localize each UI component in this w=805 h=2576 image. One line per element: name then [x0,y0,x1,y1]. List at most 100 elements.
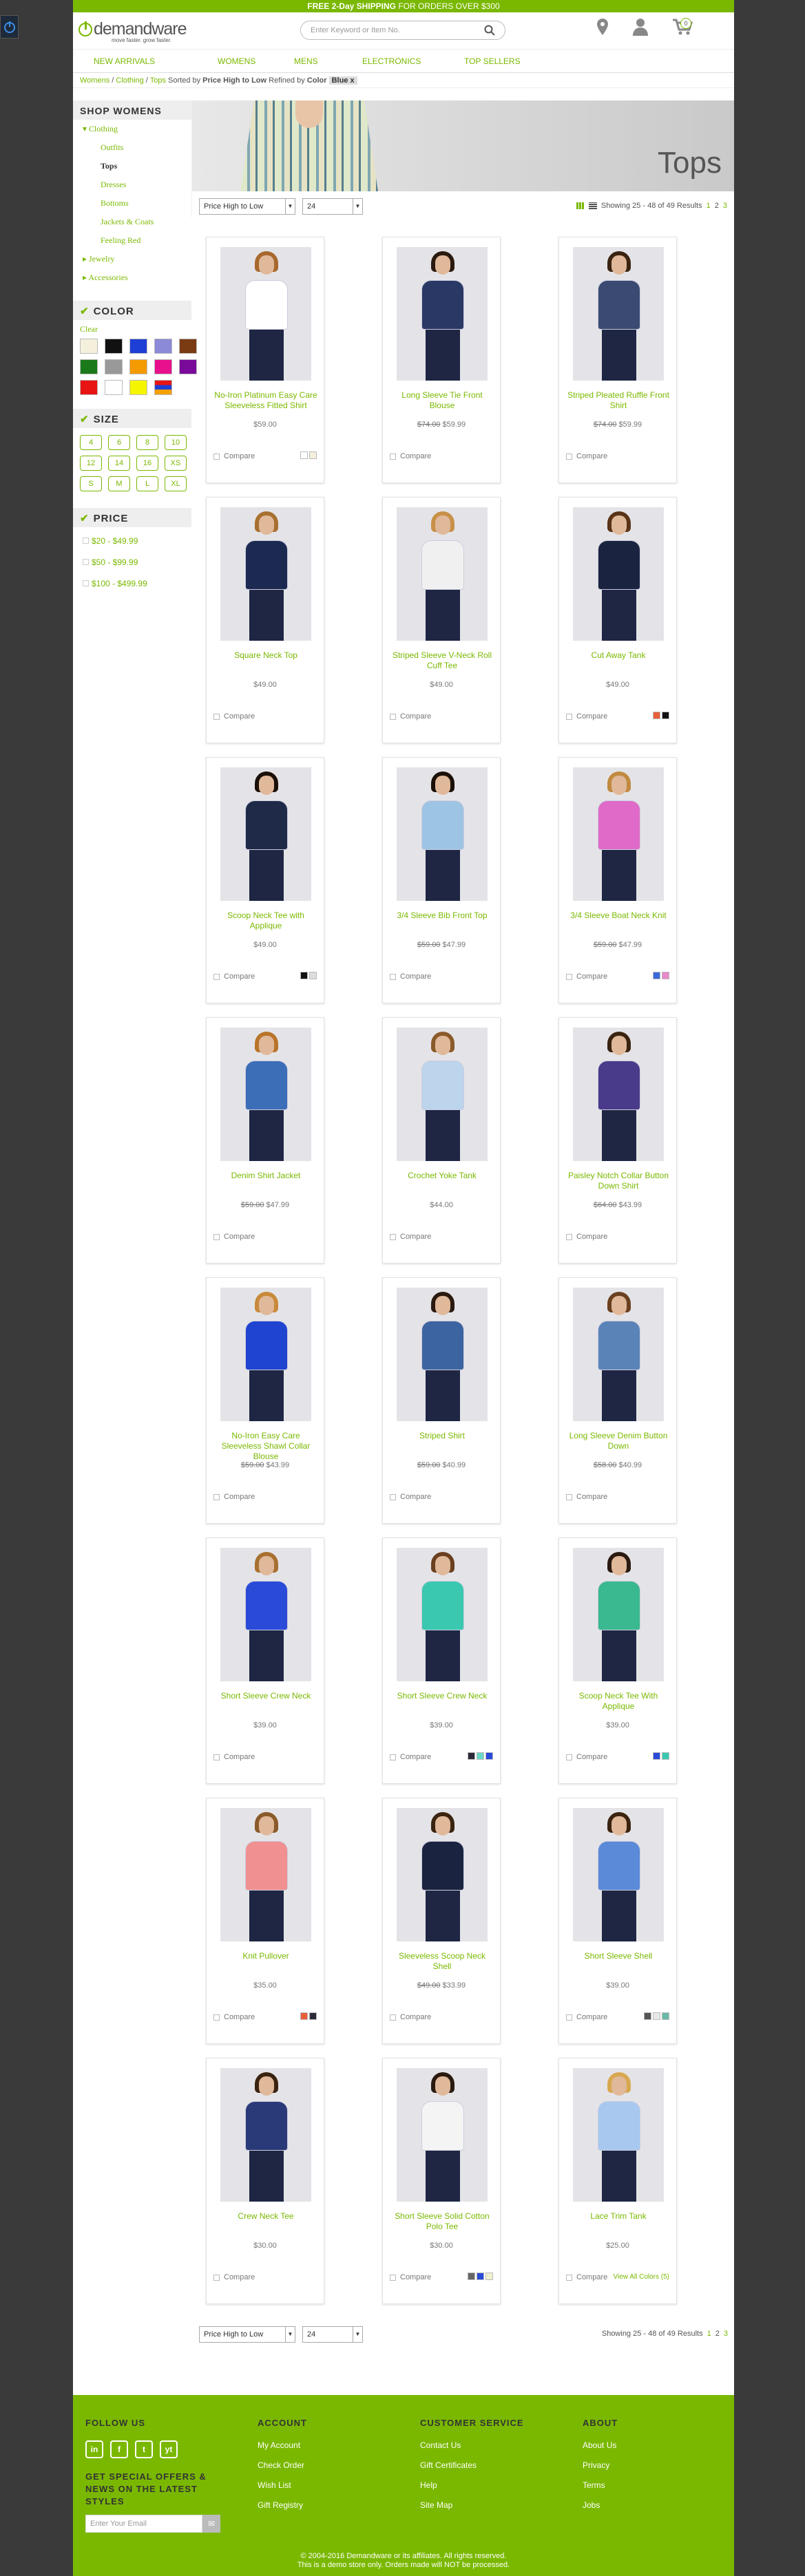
category-item[interactable]: Dresses [73,180,191,198]
compare-checkbox[interactable]: Compare [566,2273,607,2281]
compare-checkbox[interactable]: Compare [213,1753,255,1761]
category-item[interactable]: Outfits [73,142,191,161]
product-color-swatch[interactable] [300,2012,308,2020]
product-tile[interactable]: Short Sleeve Solid Cotton Polo Tee $30.00… [382,2058,501,2304]
compare-checkbox[interactable]: Compare [390,1493,431,1501]
product-tile[interactable]: No-Iron Easy Care Sleeveless Shawl Colla… [206,1277,324,1524]
product-tile[interactable]: Scoop Neck Tee with Applique $49.00 Compar… [206,757,324,1003]
product-tile[interactable]: 3/4 Sleeve Boat Neck Knit $59.00 $47.99 Com… [558,757,677,1003]
footer-link-terms[interactable]: Terms [583,2480,618,2490]
footer-link-gift-registry[interactable]: Gift Registry [258,2500,307,2510]
checkbox-icon[interactable] [566,1754,572,1760]
footer-link-privacy[interactable]: Privacy [583,2460,618,2470]
size-option[interactable]: S [80,476,102,491]
product-color-swatch[interactable] [309,2012,317,2020]
checkbox-icon[interactable] [213,453,220,460]
product-image[interactable] [573,247,664,381]
product-image[interactable] [220,1548,311,1681]
refinement-remove-icon[interactable]: x [350,76,354,85]
product-tile[interactable]: Lace Trim Tank $25.00 Compare View All Colo… [558,2058,677,2304]
product-tile[interactable]: Short Sleeve Crew Neck $39.00 Compare [382,1537,501,1784]
compare-checkbox[interactable]: Compare [566,452,607,460]
search-icon[interactable] [484,25,495,36]
product-tile[interactable]: Crew Neck Tee $30.00 Compare [206,2058,324,2304]
footer-link-about[interactable]: About Us [583,2440,618,2450]
checkbox-icon[interactable] [390,2274,396,2281]
product-color-swatch[interactable] [477,2272,484,2280]
footer-link-gift-certificates[interactable]: Gift Certificates [420,2460,524,2470]
product-tile[interactable]: Paisley Notch Collar Button Down Shirt $6… [558,1017,677,1264]
checkbox-icon[interactable] [566,2274,572,2281]
color-facet-header[interactable]: ✔ COLOR [73,301,191,320]
product-color-swatch[interactable] [644,2012,651,2020]
product-name[interactable]: Denim Shirt Jacket [213,1171,318,1181]
checkbox-icon[interactable] [213,973,220,980]
size-option[interactable]: 14 [108,456,130,471]
product-color-swatch[interactable] [653,712,660,719]
product-color-swatch[interactable] [309,451,317,459]
email-field[interactable]: Enter Your Email [85,2515,202,2533]
product-name[interactable]: Cut Away Tank [566,650,671,661]
product-image[interactable] [397,507,488,641]
breadcrumb-clothing[interactable]: Clothing [116,76,143,85]
youtube-icon[interactable]: yt [160,2440,178,2458]
product-tile[interactable]: Square Neck Top $49.00 Compare [206,497,324,743]
page-link-3[interactable]: 3 [724,2330,728,2338]
footer-link-jobs[interactable]: Jobs [583,2500,618,2510]
checkbox-icon[interactable] [213,1233,220,1240]
size-option[interactable]: XL [165,476,187,491]
product-image[interactable] [220,247,311,381]
product-color-swatch[interactable] [653,1752,660,1760]
product-image[interactable] [220,2068,311,2202]
product-image[interactable] [220,1808,311,1941]
checkbox-icon[interactable] [213,1493,220,1500]
product-image[interactable] [397,1288,488,1421]
checkbox-icon[interactable] [566,1233,572,1240]
product-image[interactable] [397,767,488,901]
search-input[interactable]: Enter Keyword or Item No. [300,21,505,40]
product-tile[interactable]: Denim Shirt Jacket $59.00 $47.99 Compare [206,1017,324,1264]
compare-checkbox[interactable]: Compare [390,1233,431,1241]
compare-checkbox[interactable]: Compare [213,972,255,981]
color-swatch[interactable] [154,380,172,395]
page-link-1[interactable]: 1 [707,2330,711,2338]
product-name[interactable]: Short Sleeve Solid Cotton Polo Tee [390,2211,494,2232]
product-tile[interactable]: 3/4 Sleeve Bib Front Top $59.00 $47.99 Comp… [382,757,501,1003]
product-name[interactable]: Sleeveless Scoop Neck Shell [390,1951,494,1972]
product-image[interactable] [220,767,311,901]
size-option[interactable]: M [108,476,130,491]
compare-checkbox[interactable]: Compare [390,1753,431,1761]
page-size-select-bottom[interactable]: 24 ▼ [302,2326,363,2343]
price-facet-header[interactable]: ✔ PRICE [73,508,191,527]
view-all-colors-link[interactable]: View All Colors (5) [613,2273,669,2281]
product-image[interactable] [397,1028,488,1161]
product-color-swatch[interactable] [468,1752,475,1760]
product-color-swatch[interactable] [485,1752,493,1760]
color-swatch[interactable] [129,339,147,354]
account-icon[interactable] [632,18,649,36]
color-swatch[interactable] [129,380,147,395]
envelope-icon[interactable]: ✉ [202,2515,220,2533]
size-option[interactable]: 4 [80,435,102,450]
product-color-swatch[interactable] [662,2012,669,2020]
compare-checkbox[interactable]: Compare [566,1233,607,1241]
product-tile[interactable]: Short Sleeve Crew Neck $39.00 Compare [206,1537,324,1784]
checkbox-icon[interactable] [213,713,220,720]
compare-checkbox[interactable]: Compare [213,712,255,721]
footer-link-wish-list[interactable]: Wish List [258,2480,307,2490]
sort-select[interactable]: Price High to Low ▼ [199,198,295,215]
product-tile[interactable]: Short Sleeve Shell $39.00 Compare [558,1798,677,2044]
size-option[interactable]: XS [165,456,187,471]
nav-new-arrivals[interactable]: NEW ARRIVALS [94,56,218,66]
category-item[interactable]: ▸ Accessories [73,273,191,291]
color-swatch[interactable] [129,359,147,374]
color-swatch[interactable] [154,339,172,354]
power-toggle-button[interactable] [0,15,19,39]
product-name[interactable]: Long Sleeve Tie Front Blouse [390,390,494,411]
product-image[interactable] [220,507,311,641]
sort-select-bottom[interactable]: Price High to Low ▼ [199,2326,295,2343]
checkbox-icon[interactable] [213,1754,220,1760]
compare-checkbox[interactable]: Compare [566,2013,607,2021]
product-name[interactable]: Knit Pullover [213,1951,318,1961]
product-tile[interactable]: Striped Sleeve V-Neck Roll Cuff Tee $49.0… [382,497,501,743]
